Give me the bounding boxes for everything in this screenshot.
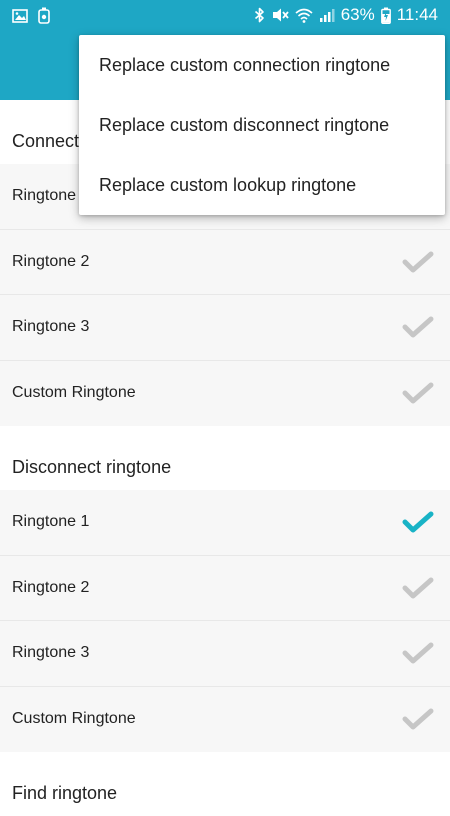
disconnect-ringtone-group: Ringtone 1 Ringtone 2 Ringtone 3 Custom … (0, 490, 450, 752)
menu-item-replace-connection-ringtone[interactable]: Replace custom connection ringtone (79, 35, 445, 95)
check-icon (402, 251, 434, 273)
status-system: 63% 11:44 (254, 5, 438, 25)
overflow-menu: Replace custom connection ringtone Repla… (79, 35, 445, 215)
option-label: Ringtone (12, 187, 77, 205)
check-icon (402, 708, 434, 730)
connection-option-ringtone-3[interactable]: Ringtone 3 (0, 295, 450, 361)
option-label: Ringtone 2 (12, 252, 90, 270)
connection-option-ringtone-2[interactable]: Ringtone 2 (0, 229, 450, 295)
section-header-find: Find ringtone (0, 752, 450, 816)
disconnect-option-ringtone-3[interactable]: Ringtone 3 (0, 621, 450, 687)
battery-percent: 63% (340, 5, 375, 24)
check-icon (402, 316, 434, 338)
mute-icon (271, 7, 289, 23)
option-label: Ringtone 3 (12, 644, 90, 662)
disconnect-option-custom-ringtone[interactable]: Custom Ringtone (0, 686, 450, 752)
option-label: Ringtone 2 (12, 578, 90, 596)
check-icon (402, 642, 434, 664)
option-label: Custom Ringtone (12, 384, 136, 402)
connection-option-custom-ringtone[interactable]: Custom Ringtone (0, 360, 450, 426)
check-icon (402, 382, 434, 404)
disconnect-option-ringtone-1[interactable]: Ringtone 1 (0, 490, 450, 556)
clock: 11:44 (396, 5, 438, 24)
image-icon (12, 8, 28, 28)
section-header-disconnect: Disconnect ringtone (0, 426, 450, 490)
option-label: Ringtone 1 (12, 513, 90, 531)
menu-item-replace-lookup-ringtone[interactable]: Replace custom lookup ringtone (79, 155, 445, 215)
status-bar: 63% 11:44 (0, 0, 450, 32)
status-notifications (12, 7, 50, 29)
option-label: Custom Ringtone (12, 710, 136, 728)
check-icon-selected (402, 511, 434, 533)
option-label: Ringtone 3 (12, 318, 90, 336)
bluetooth-icon (254, 7, 265, 23)
battery-charging-icon (380, 7, 391, 24)
check-icon (402, 577, 434, 599)
signal-icon (319, 8, 335, 23)
disconnect-option-ringtone-2[interactable]: Ringtone 2 (0, 555, 450, 621)
battery-saver-icon (38, 7, 50, 29)
wifi-icon (295, 8, 313, 23)
menu-item-replace-disconnect-ringtone[interactable]: Replace custom disconnect ringtone (79, 95, 445, 155)
